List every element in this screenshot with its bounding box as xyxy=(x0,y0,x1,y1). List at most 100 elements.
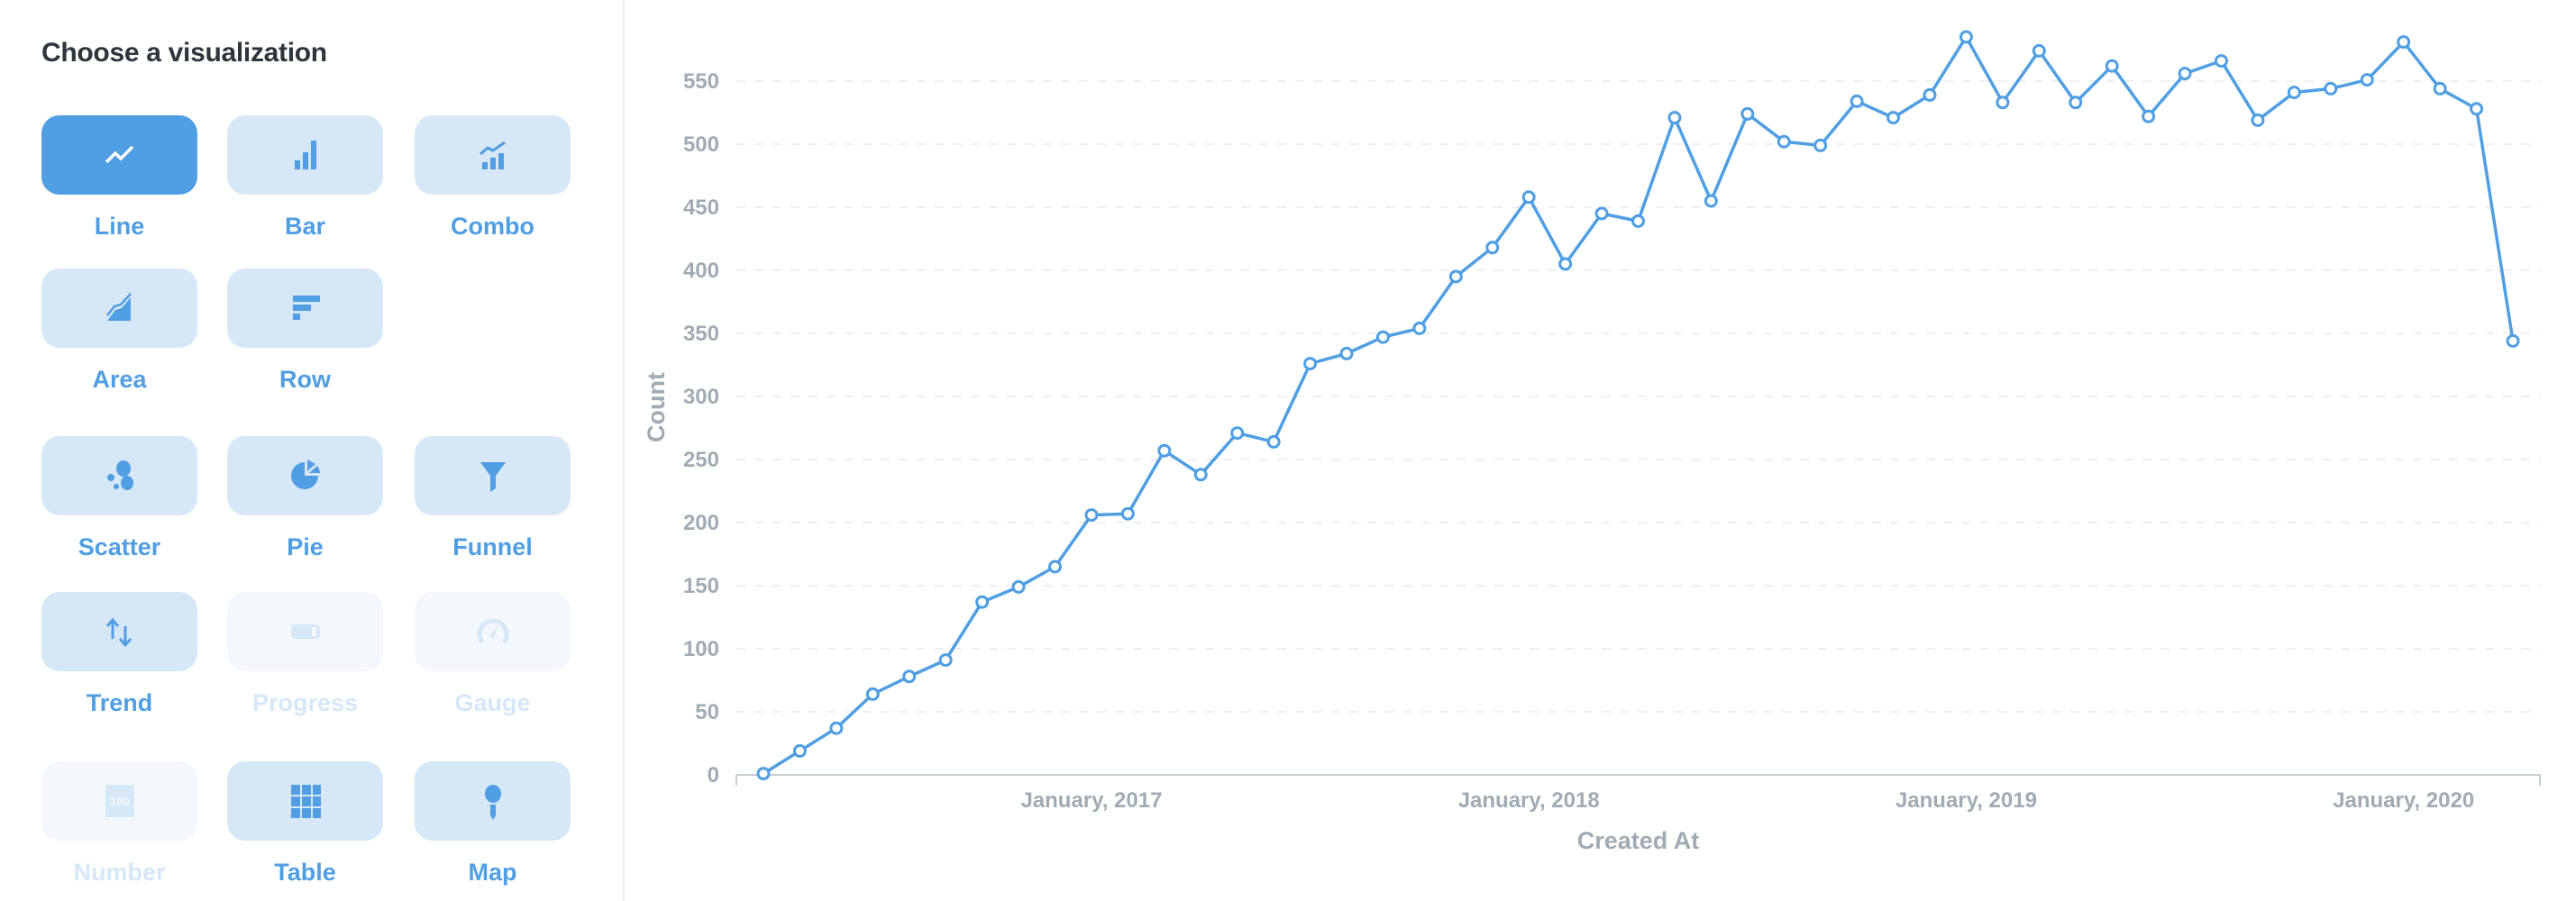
data-point[interactable] xyxy=(1813,138,1828,152)
y-axis-title: Count xyxy=(643,372,670,442)
y-tick-label: 150 xyxy=(683,574,719,598)
data-point[interactable] xyxy=(2287,86,2301,100)
y-tick-label: 250 xyxy=(683,448,719,472)
map-pin-icon xyxy=(484,785,501,820)
data-point[interactable] xyxy=(1886,111,1901,125)
data-point[interactable] xyxy=(792,743,807,758)
viz-tile-funnel[interactable] xyxy=(415,436,571,515)
y-tick-label: 300 xyxy=(683,385,719,409)
data-point[interactable] xyxy=(902,669,917,684)
data-point[interactable] xyxy=(1777,134,1791,149)
x-tick-label: January, 2020 xyxy=(2333,788,2474,813)
y-tick-label: 50 xyxy=(695,700,719,724)
data-point[interactable] xyxy=(1011,579,1026,594)
y-tick-label: 500 xyxy=(683,132,719,157)
data-point[interactable] xyxy=(2142,109,2156,123)
data-point[interactable] xyxy=(1521,190,1536,205)
data-point[interactable] xyxy=(1923,87,1937,102)
x-axis-ticks: January, 2017 January, 2018 January, 2019 J… xyxy=(1020,788,2474,813)
data-point[interactable] xyxy=(1339,346,1354,360)
viz-tile-label-pie: Pie xyxy=(287,533,324,560)
data-point[interactable] xyxy=(1704,194,1718,208)
data-point[interactable] xyxy=(2360,73,2374,87)
funnel-icon xyxy=(480,462,506,492)
series-line xyxy=(763,35,2515,776)
data-point[interactable] xyxy=(1631,214,1645,228)
pie-chart-icon xyxy=(290,460,320,489)
x-tick-label: January, 2018 xyxy=(1458,788,1600,813)
data-point[interactable] xyxy=(2178,67,2192,81)
data-point[interactable] xyxy=(1558,257,1573,271)
data-point[interactable] xyxy=(1084,508,1099,523)
data-point[interactable] xyxy=(1157,443,1172,458)
svg-text:100: 100 xyxy=(110,795,130,808)
data-point[interactable] xyxy=(1303,357,1318,371)
viz-tile-label-bar: Bar xyxy=(284,213,326,240)
data-point[interactable] xyxy=(1193,468,1208,482)
data-point[interactable] xyxy=(2105,59,2119,73)
data-point[interactable] xyxy=(1485,241,1500,255)
data-point[interactable] xyxy=(865,687,880,701)
data-point[interactable] xyxy=(1667,111,1682,125)
data-point[interactable] xyxy=(756,767,771,781)
data-point[interactable] xyxy=(1996,96,2010,110)
x-tick-label: January, 2019 xyxy=(1895,788,2037,813)
data-point[interactable] xyxy=(2215,54,2228,68)
number-icon: 100 xyxy=(105,785,134,817)
viz-tile-pie[interactable] xyxy=(227,436,383,515)
viz-tile-bar[interactable] xyxy=(227,115,383,195)
data-point[interactable] xyxy=(2397,35,2411,50)
viz-tile-map[interactable] xyxy=(415,761,571,841)
y-tick-label: 450 xyxy=(683,196,719,220)
row-chart-icon xyxy=(292,296,320,320)
viz-tile-label-table: Table xyxy=(274,859,336,886)
viz-tile-label-trend: Trend xyxy=(86,689,153,716)
y-axis-ticks: 0 50 100 150 200 250 300 350 400 450 500 550 xyxy=(683,69,719,787)
visualization-picker-sidebar: Choose a visualization Line Bar Combo Area R… xyxy=(0,0,625,901)
data-point[interactable] xyxy=(1230,426,1245,441)
y-tick-label: 200 xyxy=(683,511,719,535)
trend-arrows-icon xyxy=(105,617,132,648)
x-axis xyxy=(735,774,2541,786)
data-point[interactable] xyxy=(1266,434,1281,449)
data-point[interactable] xyxy=(1959,30,1973,44)
data-point[interactable] xyxy=(1048,560,1062,574)
viz-tile-line[interactable] xyxy=(41,115,197,195)
data-point[interactable] xyxy=(2251,113,2265,127)
table-grid-icon xyxy=(290,785,321,818)
data-point[interactable] xyxy=(975,595,990,609)
data-point[interactable] xyxy=(2069,96,2083,110)
data-point[interactable] xyxy=(1448,269,1463,284)
bar-chart-icon xyxy=(294,141,316,169)
viz-tile-scatter[interactable] xyxy=(41,436,197,515)
data-point[interactable] xyxy=(2433,81,2447,96)
viz-tile-row[interactable] xyxy=(227,268,383,348)
data-point[interactable] xyxy=(1412,321,1427,335)
data-point[interactable] xyxy=(1740,106,1755,121)
viz-tile-progress xyxy=(227,592,383,671)
data-point[interactable] xyxy=(829,721,844,735)
viz-tile-label-row: Row xyxy=(279,366,331,393)
viz-tile-label-scatter: Scatter xyxy=(78,533,161,560)
viz-tile-label-progress: Progress xyxy=(251,689,359,716)
gridlines xyxy=(736,80,2540,713)
viz-tile-combo[interactable] xyxy=(415,115,571,195)
viz-tile-trend[interactable] xyxy=(41,592,197,671)
data-point[interactable] xyxy=(2032,43,2046,58)
y-tick-label: 100 xyxy=(683,637,719,661)
data-point[interactable] xyxy=(1594,206,1609,221)
data-point[interactable] xyxy=(2324,81,2338,96)
y-tick-label: 0 xyxy=(708,763,719,787)
data-point[interactable] xyxy=(2470,102,2484,116)
data-point[interactable] xyxy=(938,653,953,668)
y-tick-label: 550 xyxy=(683,69,719,94)
data-point[interactable] xyxy=(2506,333,2520,348)
data-point[interactable] xyxy=(1850,94,1864,108)
chart-area: 0 50 100 150 200 250 300 350 400 450 500 550 Januar… xyxy=(625,0,2576,901)
data-point[interactable] xyxy=(1120,506,1135,521)
viz-tile-label-gauge: Gauge xyxy=(454,689,531,716)
viz-tile-table[interactable] xyxy=(227,761,383,841)
combo-chart-icon xyxy=(479,141,506,169)
viz-tile-area[interactable] xyxy=(41,268,197,348)
data-point[interactable] xyxy=(1375,330,1390,344)
